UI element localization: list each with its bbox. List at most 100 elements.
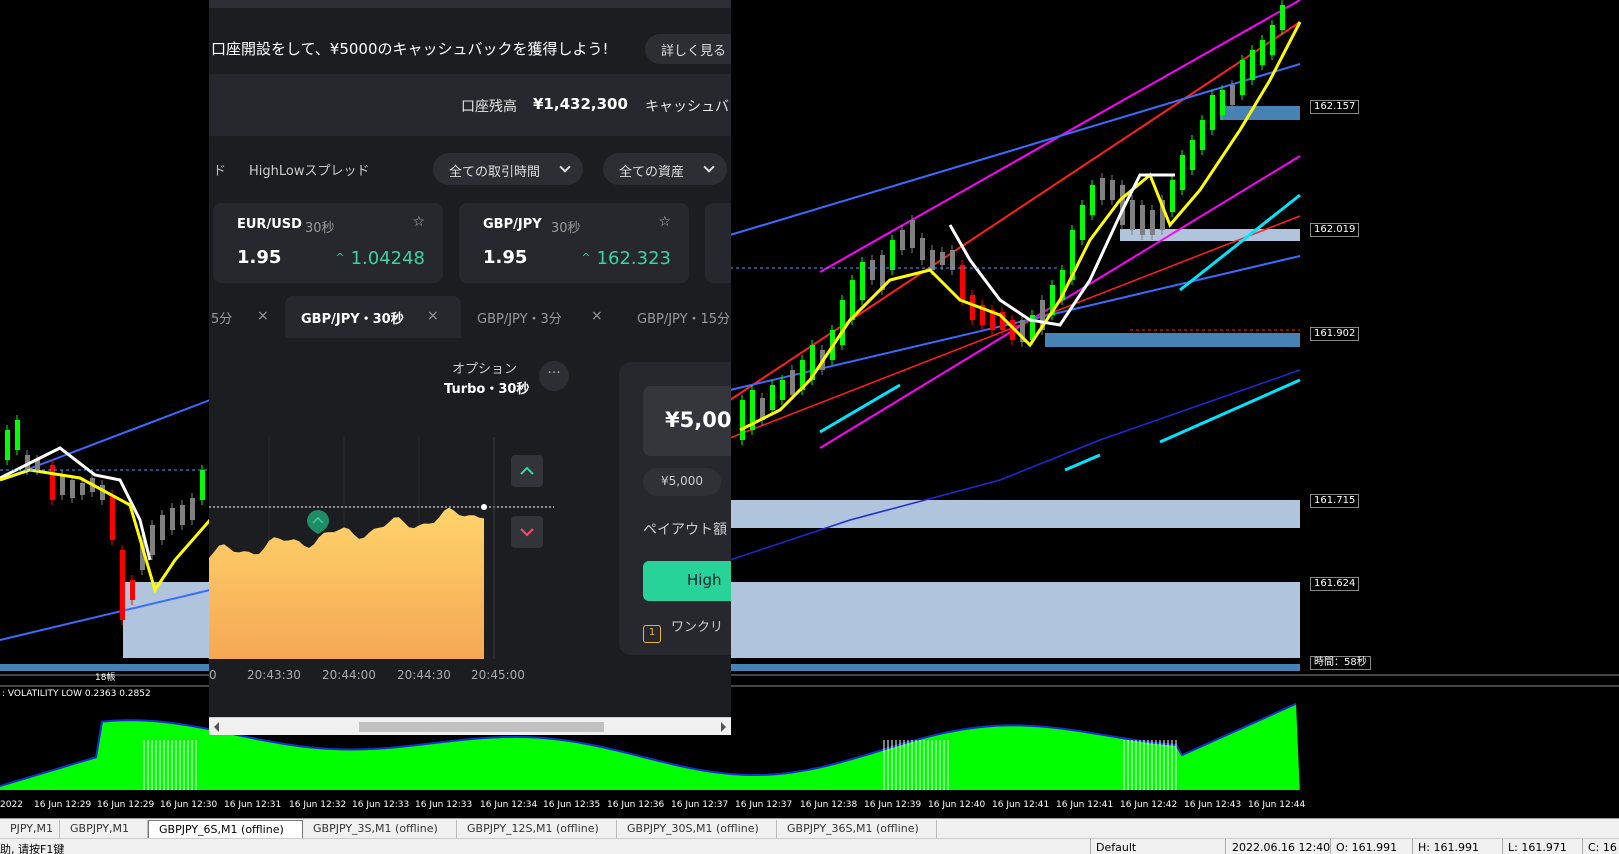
- candle-body: [1280, 5, 1285, 30]
- candle-body: [770, 385, 775, 410]
- chart-tab[interactable]: GBPJPY_30S,M1 (offline): [617, 820, 777, 838]
- close-icon[interactable]: ×: [591, 308, 603, 324]
- cashback-label[interactable]: キャッシュバ: [645, 96, 729, 116]
- time-axis-label: 16 Jun 12:35: [543, 800, 601, 810]
- chart-tab[interactable]: GBPJPY_36S,M1 (offline): [777, 820, 937, 838]
- candle-body: [920, 238, 925, 260]
- status-datetime: 2022.06.16 12:40: [1232, 841, 1331, 854]
- candle-body: [5, 430, 10, 460]
- channel-line: [0, 399, 211, 481]
- asset-card[interactable]: [705, 203, 731, 283]
- tab-gbpjpy-3min[interactable]: GBP/JPY・3分 ×: [467, 296, 617, 338]
- time-axis-label: 16 Jun 12:42: [1120, 800, 1178, 810]
- promo-details-button[interactable]: 詳しく見る: [645, 34, 731, 64]
- account-bar: 口座残高 ¥1,432,300 キャッシュバ: [209, 74, 731, 136]
- asset-dropdown[interactable]: 全ての資産: [603, 153, 727, 185]
- horizontal-scrollbar[interactable]: [209, 717, 731, 735]
- time-axis-label: 16 Jun 12:40: [928, 800, 986, 810]
- option-label: オプション: [452, 362, 518, 377]
- asset-price: ^ 162.323: [581, 248, 671, 269]
- candle-body: [950, 250, 955, 270]
- promo-text: 口座開設をして、¥5000のキャッシュバックを獲得しよう!: [211, 40, 609, 58]
- trade-time-dropdown[interactable]: 全ての取引時間: [433, 153, 583, 185]
- bar-counter: 18帳: [95, 673, 116, 683]
- ma-line: [729, 369, 1301, 561]
- candle-body: [1260, 40, 1265, 65]
- candle-body: [1080, 205, 1085, 240]
- chart-tab[interactable]: GBPJPY,M1: [60, 820, 148, 838]
- candle-body: [60, 475, 65, 495]
- scroll-down-button[interactable]: [511, 516, 543, 548]
- star-icon[interactable]: ☆: [658, 214, 671, 230]
- tab-gbpjpy-30s[interactable]: GBP/JPY・30秒 ×: [285, 296, 461, 338]
- time-tick: 20:45:00: [471, 668, 525, 682]
- chevron-up-icon: [520, 466, 534, 475]
- candle-body: [1100, 178, 1105, 200]
- asset-card[interactable]: EUR/USD 30秒 ☆ 1.95 ^ 1.04248: [213, 203, 443, 283]
- asset-card[interactable]: GBP/JPY 30秒 ☆ 1.95 ^ 162.323: [459, 203, 689, 283]
- candle-body: [80, 483, 85, 495]
- chart-tab[interactable]: GBPJPY_3S,M1 (offline): [303, 820, 457, 838]
- signal-line: [819, 383, 901, 434]
- time-axis: 0 20:43:30 20:44:00 20:44:30 20:45:00: [209, 668, 554, 688]
- support-zone: [730, 582, 1300, 658]
- time-axis-label: 16 Jun 12:30: [160, 800, 218, 810]
- price-label: 162.157: [1310, 100, 1360, 114]
- high-button[interactable]: High: [643, 561, 731, 601]
- status-high: H: 161.991: [1418, 841, 1479, 854]
- candle-body: [970, 295, 975, 320]
- caret-up-icon: ^: [581, 251, 591, 264]
- chevron-down-icon: [520, 528, 534, 537]
- candle-body: [930, 250, 935, 270]
- time-axis-label: 16 Jun 12:39: [864, 800, 922, 810]
- scrollbar-thumb[interactable]: [359, 722, 604, 732]
- tab-gbpjpy-15min[interactable]: GBP/JPY・15分: [627, 296, 731, 338]
- time-axis-label: 16 Jun 12:33: [415, 800, 473, 810]
- candle-body: [120, 550, 125, 620]
- balance-value: ¥1,432,300: [533, 95, 628, 113]
- close-icon[interactable]: ×: [427, 308, 439, 324]
- candle-body: [160, 515, 165, 540]
- signal-line: [1179, 193, 1301, 292]
- price-label: 161.715: [1310, 494, 1360, 508]
- indicator-caption: : VOLATILITY LOW 0.2363 0.2852: [2, 689, 151, 699]
- candle-body: [150, 525, 155, 555]
- countdown-label: 時間：58秒: [1310, 656, 1371, 670]
- candle-body: [70, 480, 75, 498]
- nav-item-truncated[interactable]: ド: [213, 160, 226, 179]
- candle-body: [1090, 185, 1095, 215]
- time-axis-label: 16 Jun 12:41: [1056, 800, 1114, 810]
- status-bar: 助, 请按F1键 Default 2022.06.16 12:40 O: 161…: [0, 838, 1619, 854]
- candle-body: [200, 470, 205, 500]
- support-zone: [730, 500, 1300, 528]
- price-label: 162.019: [1310, 223, 1360, 237]
- price-label: 161.902: [1310, 327, 1360, 341]
- amount-preset-chip[interactable]: ¥5,000: [643, 468, 721, 496]
- investment-amount-input[interactable]: ¥5,000: [643, 386, 731, 456]
- more-options-button[interactable]: ···: [539, 361, 569, 391]
- one-click-toggle[interactable]: 1 ワンクリ: [643, 616, 723, 643]
- time-tick: 20:44:00: [322, 668, 376, 682]
- scroll-left-arrow[interactable]: [214, 722, 219, 732]
- time-axis-label: 16 Jun 12:44: [1248, 800, 1306, 810]
- asset-payout: 1.95: [237, 247, 282, 268]
- candle-body: [1270, 25, 1275, 55]
- status-open: O: 161.991: [1336, 841, 1398, 854]
- close-icon[interactable]: ×: [257, 308, 269, 324]
- scroll-up-button[interactable]: [511, 455, 543, 487]
- scroll-right-arrow[interactable]: [721, 722, 726, 732]
- chart-tab-active[interactable]: GBPJPY_6S,M1 (offline): [148, 820, 303, 838]
- channel-line: [729, 63, 1301, 236]
- chart-tab[interactable]: PJPY,M1: [0, 820, 60, 838]
- chart-tab[interactable]: GBPJPY_12S,M1 (offline): [457, 820, 617, 838]
- time-axis-label: 16 Jun 12:29: [34, 800, 92, 810]
- payout-label: ペイアウト額: [643, 522, 727, 538]
- asset-pair: GBP/JPY: [483, 217, 542, 232]
- tab-5min[interactable]: 5分 ×: [211, 296, 271, 338]
- star-icon[interactable]: ☆: [412, 214, 425, 230]
- candle-body: [1200, 120, 1205, 150]
- one-click-label: ワンクリ: [671, 620, 724, 635]
- one-click-icon: 1: [643, 625, 661, 643]
- candle-body: [110, 495, 115, 540]
- nav-item-highlow-spread[interactable]: HighLowスプレッド: [249, 160, 369, 179]
